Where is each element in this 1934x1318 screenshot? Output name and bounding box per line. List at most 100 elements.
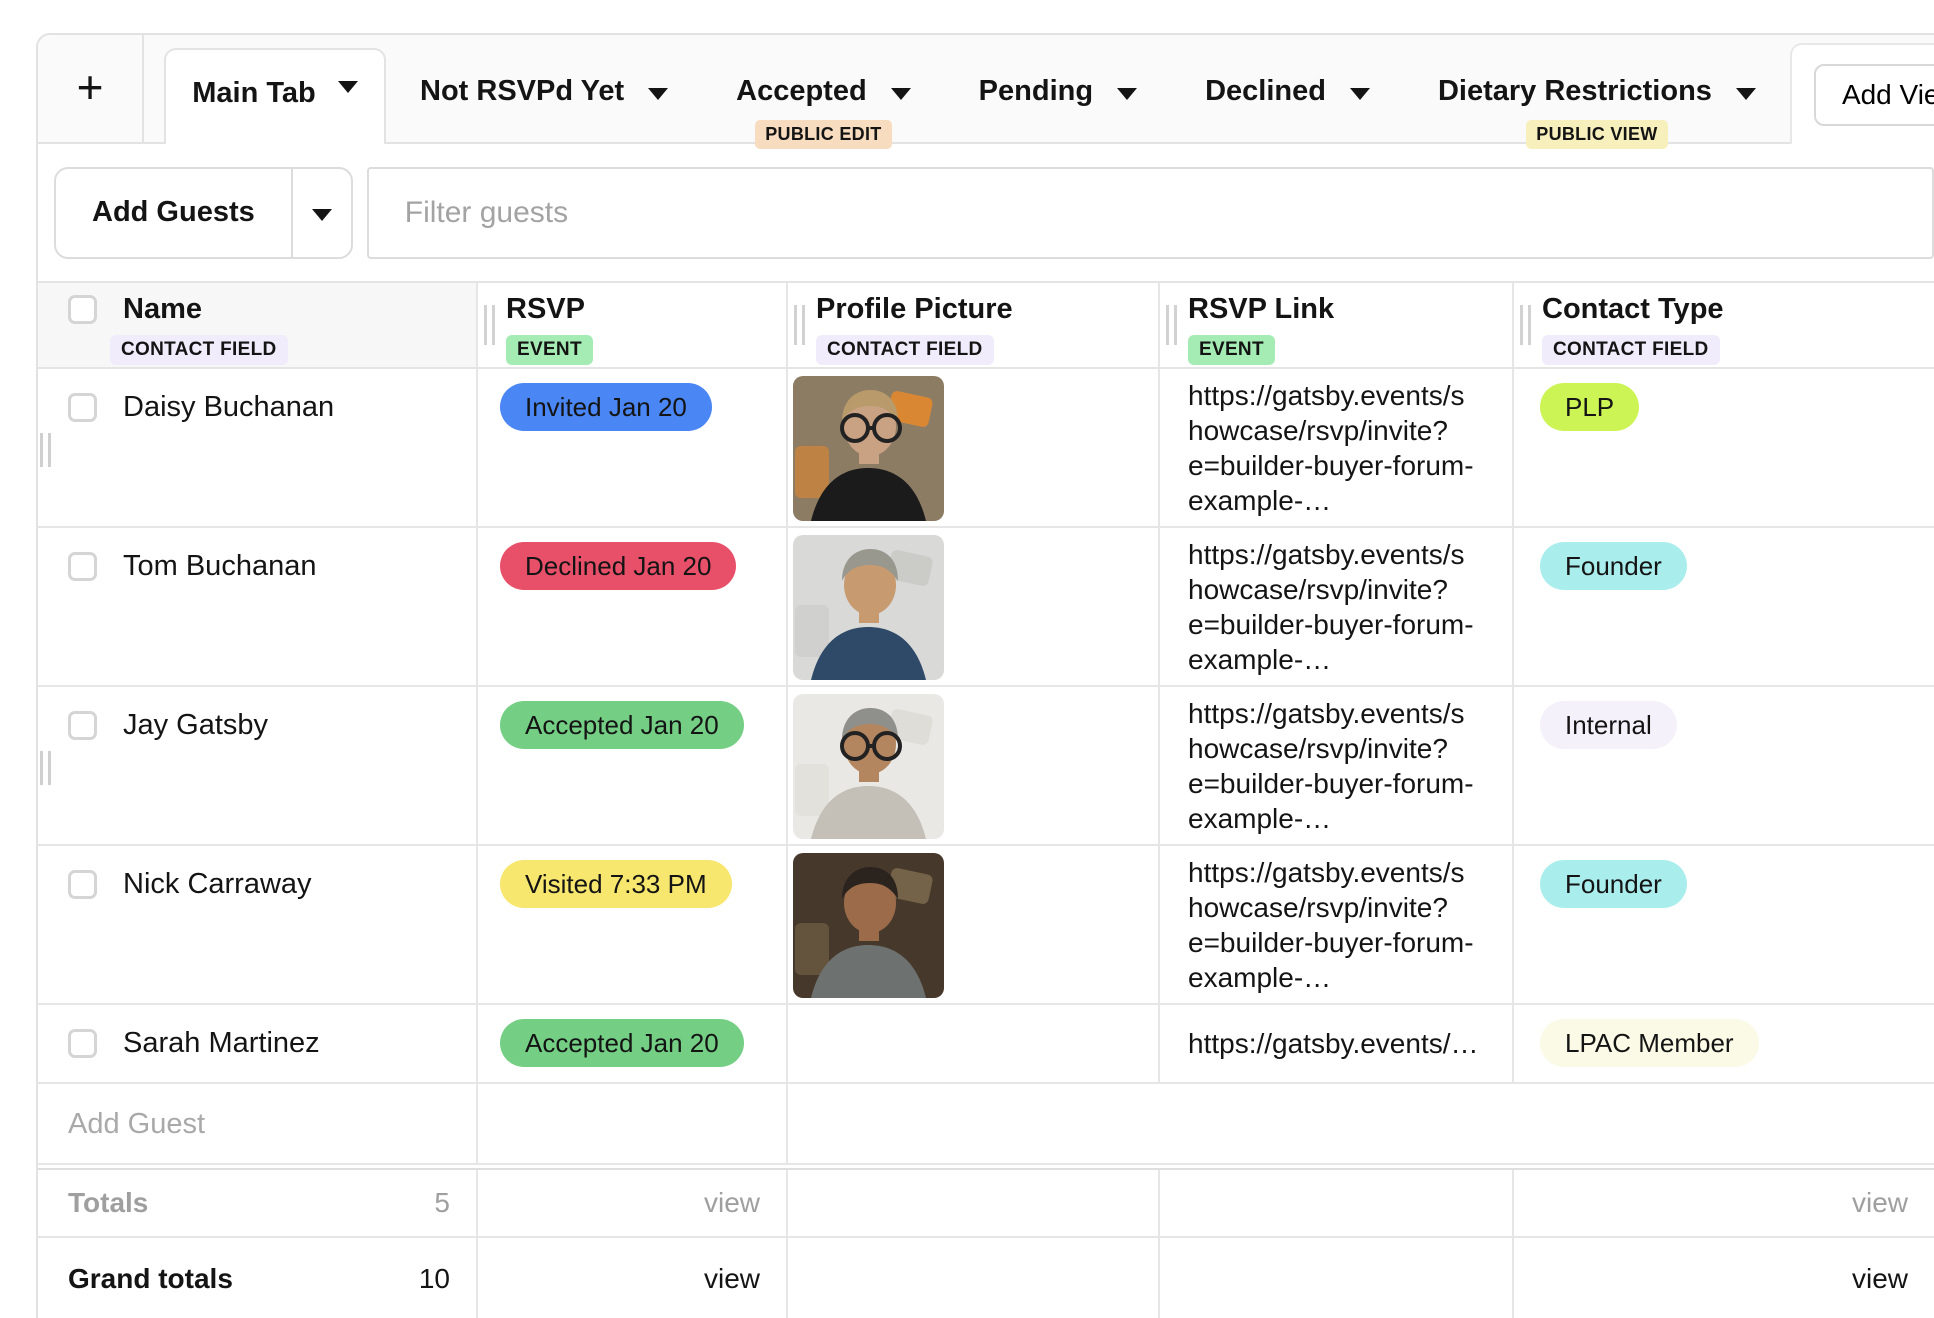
rsvp-link-text: https://gatsby.events/… xyxy=(1188,1026,1479,1061)
column-drag-handle-icon[interactable] xyxy=(794,305,805,345)
column-header-profile-picture[interactable]: Profile Picture CONTACT FIELD xyxy=(788,283,1160,367)
select-all-checkbox[interactable] xyxy=(68,295,97,324)
guest-name: Sarah Martinez xyxy=(123,1027,320,1060)
name-cell[interactable]: Tom Buchanan xyxy=(38,528,478,685)
row-checkbox[interactable] xyxy=(68,393,97,422)
column-type-badge: EVENT xyxy=(1188,335,1275,365)
column-title: RSVP Link xyxy=(1188,293,1334,326)
name-cell[interactable]: Sarah Martinez xyxy=(38,1005,478,1082)
profile-picture-cell[interactable] xyxy=(788,846,1160,1003)
chevron-down-icon xyxy=(1350,88,1370,100)
rsvp-cell[interactable]: Invited Jan 20 xyxy=(478,369,788,526)
grand-totals-contact-view-link[interactable]: view xyxy=(1852,1263,1934,1295)
row-checkbox[interactable] xyxy=(68,1029,97,1058)
tab-label: Pending xyxy=(979,75,1093,108)
name-cell[interactable]: Daisy Buchanan xyxy=(38,369,478,526)
column-header-name[interactable]: NameCONTACT FIELD xyxy=(38,283,478,367)
add-guest-placeholder[interactable]: Add Guest xyxy=(38,1084,476,1141)
tab-label: Main Tab xyxy=(192,77,316,110)
tab-label: Not RSVPd Yet xyxy=(420,75,624,108)
tabs-container: Not RSVPd Yet AcceptedPUBLIC EDIT Pending D… xyxy=(386,35,1790,142)
profile-picture-cell[interactable] xyxy=(788,1005,1160,1082)
totals-rsvp-view-link[interactable]: view xyxy=(704,1187,786,1219)
profile-photo xyxy=(793,694,1158,839)
contact-type-cell[interactable]: Founder xyxy=(1514,846,1934,1003)
add-guests-dropdown-button[interactable] xyxy=(291,169,351,257)
column-header-contact-type[interactable]: Contact TypeCONTACT FIELD xyxy=(1514,283,1934,367)
rsvp-link-cell[interactable]: https://gatsby.events/… xyxy=(1160,1005,1514,1082)
add-tab-button[interactable]: + xyxy=(38,35,144,142)
chevron-down-icon xyxy=(338,81,358,93)
add-guests-button[interactable]: Add Guests xyxy=(56,169,291,257)
grand-totals-label: Grand totals xyxy=(38,1263,233,1295)
profile-photo xyxy=(793,376,1158,521)
tab-dietary-restrictions[interactable]: Dietary RestrictionsPUBLIC VIEW xyxy=(1404,75,1790,142)
column-title: Contact Type xyxy=(1542,293,1724,326)
add-view-button[interactable]: Add View xyxy=(1814,64,1934,126)
row-checkbox[interactable] xyxy=(68,552,97,581)
grand-totals-row: Grand totals 10 view view xyxy=(38,1238,1934,1318)
name-cell[interactable]: Nick Carraway xyxy=(38,846,478,1003)
column-type-badge: CONTACT FIELD xyxy=(816,335,994,365)
rsvp-link-text: https://gatsby.events/showcase/rsvp/invi… xyxy=(1188,378,1474,518)
column-header-rsvp-link[interactable]: RSVP Link EVENT xyxy=(1160,283,1514,367)
tab-declined[interactable]: Declined xyxy=(1171,75,1404,142)
column-drag-handle-icon[interactable] xyxy=(1520,305,1531,345)
profile-picture-cell[interactable] xyxy=(788,528,1160,685)
tab-label: Declined xyxy=(1205,75,1326,108)
grand-totals-rsvp-view-link[interactable]: view xyxy=(704,1263,786,1295)
column-drag-handle-icon[interactable] xyxy=(484,305,495,345)
view-tabs-bar: + Main Tab Not RSVPd Yet AcceptedPUBLIC E… xyxy=(38,35,1934,144)
chevron-down-icon xyxy=(312,209,332,221)
rsvp-link-cell[interactable]: https://gatsby.events/showcase/rsvp/invi… xyxy=(1160,528,1514,685)
rsvp-link-cell[interactable]: https://gatsby.events/showcase/rsvp/invi… xyxy=(1160,846,1514,1003)
tab-accepted[interactable]: AcceptedPUBLIC EDIT xyxy=(702,75,945,142)
row-drag-handle-icon[interactable] xyxy=(40,751,51,785)
tab-label: Accepted xyxy=(736,75,867,108)
rsvp-cell[interactable]: Declined Jan 20 xyxy=(478,528,788,685)
tab-not-rsvpd-yet[interactable]: Not RSVPd Yet xyxy=(386,75,702,142)
filter-guests-input[interactable] xyxy=(367,167,1934,259)
column-title: Name xyxy=(123,293,202,326)
guest-name: Nick Carraway xyxy=(123,868,312,901)
tab-label: Dietary Restrictions xyxy=(1438,75,1712,108)
contact-type-cell[interactable]: Founder xyxy=(1514,528,1934,685)
rsvp-cell[interactable]: Accepted Jan 20 xyxy=(478,1005,788,1082)
totals-contact-view-link[interactable]: view xyxy=(1852,1187,1934,1219)
column-type-badge: EVENT xyxy=(506,335,593,365)
rsvp-link-cell[interactable]: https://gatsby.events/showcase/rsvp/invi… xyxy=(1160,687,1514,844)
chevron-down-icon xyxy=(1736,88,1756,100)
guest-row-tom-buchanan: Tom Buchanan Declined Jan 20 https://gatsb… xyxy=(38,528,1934,687)
column-header-rsvp[interactable]: RSVP EVENT xyxy=(478,283,788,367)
rsvp-status-pill: Accepted Jan 20 xyxy=(500,1019,744,1067)
guest-name: Jay Gatsby xyxy=(123,709,268,742)
contact-type-pill: Founder xyxy=(1540,860,1687,908)
add-guest-row[interactable]: Add Guest xyxy=(38,1084,1934,1165)
column-title: Profile Picture xyxy=(816,293,1013,326)
contact-type-cell[interactable]: PLP xyxy=(1514,369,1934,526)
rsvp-cell[interactable]: Accepted Jan 20 xyxy=(478,687,788,844)
column-drag-handle-icon[interactable] xyxy=(1166,305,1177,345)
contact-type-cell[interactable]: LPAC Member xyxy=(1514,1005,1934,1082)
column-title: RSVP xyxy=(506,293,585,326)
tab-pending[interactable]: Pending xyxy=(945,75,1171,142)
row-checkbox[interactable] xyxy=(68,870,97,899)
rsvp-link-text: https://gatsby.events/showcase/rsvp/invi… xyxy=(1188,696,1474,836)
rsvp-link-text: https://gatsby.events/showcase/rsvp/invi… xyxy=(1188,537,1474,677)
rsvp-link-cell[interactable]: https://gatsby.events/showcase/rsvp/invi… xyxy=(1160,369,1514,526)
tab-visibility-badge: PUBLIC VIEW xyxy=(1526,120,1667,149)
guest-name: Tom Buchanan xyxy=(123,550,316,583)
profile-picture-cell[interactable] xyxy=(788,687,1160,844)
contact-type-cell[interactable]: Internal xyxy=(1514,687,1934,844)
row-drag-handle-icon[interactable] xyxy=(40,433,51,467)
guest-sheet: + Main Tab Not RSVPd Yet AcceptedPUBLIC E… xyxy=(36,33,1934,1318)
rsvp-cell[interactable]: Visited 7:33 PM xyxy=(478,846,788,1003)
guest-row-sarah-martinez: Sarah Martinez Accepted Jan 20 https://gat… xyxy=(38,1005,1934,1084)
profile-picture-cell[interactable] xyxy=(788,369,1160,526)
name-cell[interactable]: Jay Gatsby xyxy=(38,687,478,844)
guest-name: Daisy Buchanan xyxy=(123,391,334,424)
totals-count: 5 xyxy=(434,1187,476,1219)
row-checkbox[interactable] xyxy=(68,711,97,740)
tab-main-tab[interactable]: Main Tab xyxy=(164,48,386,144)
toolbar: Add Guests xyxy=(38,144,1934,281)
